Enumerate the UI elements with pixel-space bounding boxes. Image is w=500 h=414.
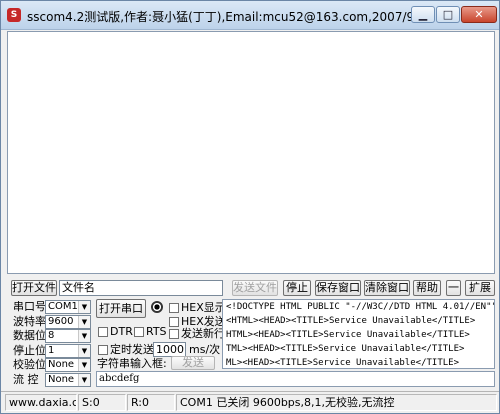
title-bar: S sscom4.2测试版,作者:聂小猛(丁丁),Email:mcu52@163… (1, 1, 499, 30)
databits-label: 数据位 (13, 329, 46, 342)
status-site[interactable]: www.daxia.cor (5, 394, 77, 411)
app-icon: S (7, 8, 21, 22)
send-newline-checkbox[interactable] (169, 329, 179, 339)
stopbits-label: 停止位 (13, 344, 46, 357)
list-item[interactable]: <HTML><HEAD><TITLE>Service Unavailable</… (223, 314, 494, 328)
clear-window-button[interactable]: 清除窗口 (364, 280, 410, 296)
baud-label: 波特率 (13, 315, 46, 328)
hex-display-checkbox[interactable] (169, 303, 179, 313)
parity-value: None (48, 359, 75, 370)
dtr-checkbox[interactable] (98, 327, 108, 337)
chevron-down-icon: ▼ (78, 345, 90, 357)
send-history-list[interactable]: <!DOCTYPE HTML PUBLIC "-//W3C//DTD HTML … (222, 299, 495, 369)
list-item[interactable]: ML><HEAD><TITLE>Service Unavailable</TIT… (223, 356, 494, 368)
send-file-button[interactable]: 发送文件 (232, 280, 278, 296)
flow-value: None (48, 374, 75, 385)
baud-select[interactable]: 9600 ▼ (45, 315, 91, 329)
save-window-button[interactable]: 保存窗口 (315, 280, 361, 296)
filename-field[interactable]: 文件名 (59, 280, 223, 296)
flow-select[interactable]: None ▼ (45, 373, 91, 387)
stopbits-select[interactable]: 1 ▼ (45, 344, 91, 358)
port-status-led-icon (151, 301, 163, 313)
list-item[interactable]: TML><HEAD><TITLE>Service Unavailable</TI… (223, 342, 494, 356)
help-button[interactable]: 帮助 (413, 280, 441, 296)
send-button[interactable]: 发送 (171, 356, 215, 370)
parity-select[interactable]: None ▼ (45, 358, 91, 372)
flow-label: 流 控 (13, 373, 39, 386)
maximize-button[interactable]: □ (436, 6, 460, 23)
chevron-down-icon: ▼ (78, 359, 90, 371)
rts-label: RTS (146, 325, 167, 338)
stop-button[interactable]: 停止 (283, 280, 311, 296)
list-item[interactable]: HTML><HEAD><TITLE>Service Unavailable</T… (223, 328, 494, 342)
string-input-label: 字符串输入框: (97, 357, 167, 370)
timed-send-checkbox[interactable] (98, 345, 108, 355)
expand-button[interactable]: 扩展 (465, 280, 495, 296)
chevron-down-icon: ▼ (78, 316, 90, 328)
send-input[interactable]: abcdefg (96, 371, 495, 387)
stopbits-value: 1 (48, 345, 55, 356)
port-label: 串口号 (13, 300, 46, 313)
port-select[interactable]: COM1 ▼ (45, 300, 91, 314)
hex-display-label: HEX显示 (181, 301, 226, 314)
chevron-down-icon: ▼ (78, 330, 90, 342)
status-sent-count: S:0 (78, 394, 126, 411)
open-file-button[interactable]: 打开文件 (11, 280, 57, 296)
status-received-count: R:0 (127, 394, 175, 411)
chevron-down-icon: ▼ (78, 374, 90, 386)
dtr-label: DTR (110, 325, 133, 338)
databits-select[interactable]: 8 ▼ (45, 329, 91, 343)
send-newline-label: 发送新行 (181, 327, 225, 340)
status-port-state: COM1 已关闭 9600bps,8,1,无校验,无流控 (176, 394, 497, 411)
baud-value: 9600 (48, 316, 74, 327)
status-bar: www.daxia.cor S:0 R:0 COM1 已关闭 9600bps,8… (1, 391, 499, 414)
interval-unit-label: ms/次 (189, 343, 221, 356)
window-title: sscom4.2测试版,作者:聂小猛(丁丁),Email:mcu52@163.c… (27, 10, 415, 24)
timed-send-label: 定时发送 (110, 343, 154, 356)
databits-value: 8 (48, 330, 55, 341)
list-item[interactable]: <!DOCTYPE HTML PUBLIC "-//W3C//DTD HTML … (223, 300, 494, 314)
interval-input[interactable]: 1000 (153, 342, 186, 357)
close-button[interactable]: ✕ (461, 6, 497, 23)
receive-text-area[interactable] (7, 31, 495, 274)
open-port-button[interactable]: 打开串口 (96, 299, 146, 318)
parity-label: 校验位 (13, 358, 46, 371)
hex-send-checkbox[interactable] (169, 317, 179, 327)
rts-checkbox[interactable] (134, 327, 144, 337)
port-value: COM1 (48, 301, 78, 312)
minimize-button[interactable]: ▁ (411, 6, 435, 23)
app-window: S sscom4.2测试版,作者:聂小猛(丁丁),Email:mcu52@163… (0, 0, 500, 414)
collapse-button[interactable]: 一 (446, 280, 461, 296)
chevron-down-icon: ▼ (78, 301, 90, 313)
